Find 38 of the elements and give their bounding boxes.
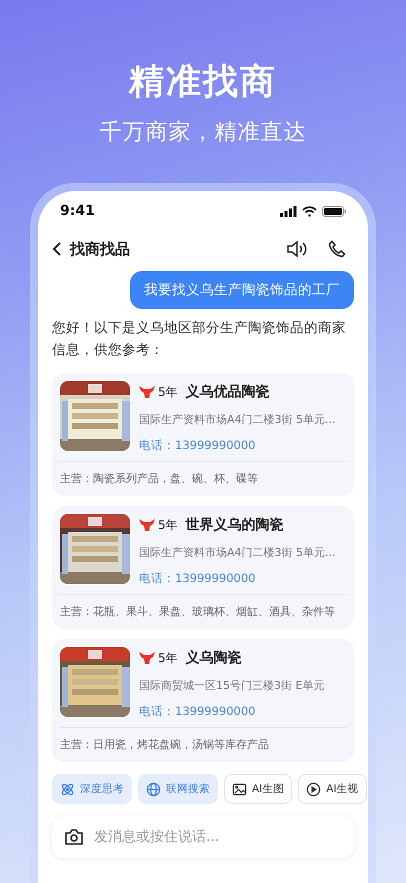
- merchant-name: 世界义乌的陶瓷: [186, 516, 284, 534]
- years-label: 5年: [158, 650, 178, 666]
- bull-icon: [139, 652, 155, 664]
- headline: 精准找商: [129, 61, 277, 104]
- back-icon[interactable]: [52, 242, 62, 256]
- globe-icon: [146, 782, 161, 796]
- years-label: 5年: [158, 516, 178, 534]
- address: 国际生产资料市场A4门二楼3街 5单元...: [139, 412, 336, 427]
- merchant-card[interactable]: 5年 义乌陶瓷 国际商贸城一区15号门三楼3街 E单元 电话：13999990000 主营：日用瓷，烤花盘碗，汤锅等库存产品: [52, 639, 354, 762]
- address: 国际生产资料市场A4门二楼3街 5单元...: [139, 545, 336, 560]
- user-message: 我要找义乌生产陶瓷饰品的工厂: [130, 271, 354, 309]
- image-icon: [232, 782, 247, 796]
- merchant-name: 义乌陶瓷: [186, 649, 242, 667]
- camera-icon[interactable]: [64, 828, 84, 846]
- speaker-icon[interactable]: [286, 240, 308, 258]
- reply-text: 您好！以下是义乌地区部分生产陶瓷饰品的商家信息，供您参考：: [52, 319, 347, 360]
- business-scope: 主营：日用瓷，烤花盘碗，汤锅等库存产品: [60, 737, 270, 753]
- bull-icon: [139, 386, 155, 398]
- merchant-card[interactable]: 5年 义乌优品陶瓷 国际生产资料市场A4门二楼3街 5单元... 电话：13999990000 主营：陶瓷系列产品，盘、碗、杯、碟等: [52, 373, 354, 496]
- option-chip[interactable]: AI生图: [224, 774, 292, 804]
- phone-icon[interactable]: [328, 240, 346, 258]
- years-label: 5年: [158, 384, 178, 400]
- tagline: 千万商家，精准直达: [100, 119, 306, 147]
- message-field[interactable]: 发消息或按住说话...: [52, 816, 354, 858]
- wifi-icon: [302, 206, 317, 216]
- clock-time: 9:41: [60, 203, 95, 219]
- business-scope: 主营：花瓶、果斗、果盘、玻璃杯、烟缸、酒具、杂件等: [60, 604, 336, 620]
- battery-icon: [322, 206, 346, 216]
- signal-icon: [280, 206, 297, 216]
- address: 国际商贸城一区15号门三楼3街 E单元: [139, 678, 324, 693]
- option-chip[interactable]: AI生视: [298, 774, 367, 804]
- bull-icon: [139, 519, 155, 531]
- merchant-card[interactable]: 5年 世界义乌的陶瓷 国际生产资料市场A4门二楼3街 5单元... 电话：13999990000 主营：花瓶、果斗、果盘、玻璃杯、烟缸、酒具、杂件等: [52, 506, 354, 629]
- atom-icon: [60, 782, 75, 796]
- play-icon: [306, 782, 322, 796]
- page-title: 找商找品: [70, 240, 131, 258]
- business-scope: 主营：陶瓷系列产品，盘、碗、杯、碟等: [60, 471, 259, 487]
- merchant-name: 义乌优品陶瓷: [186, 383, 270, 401]
